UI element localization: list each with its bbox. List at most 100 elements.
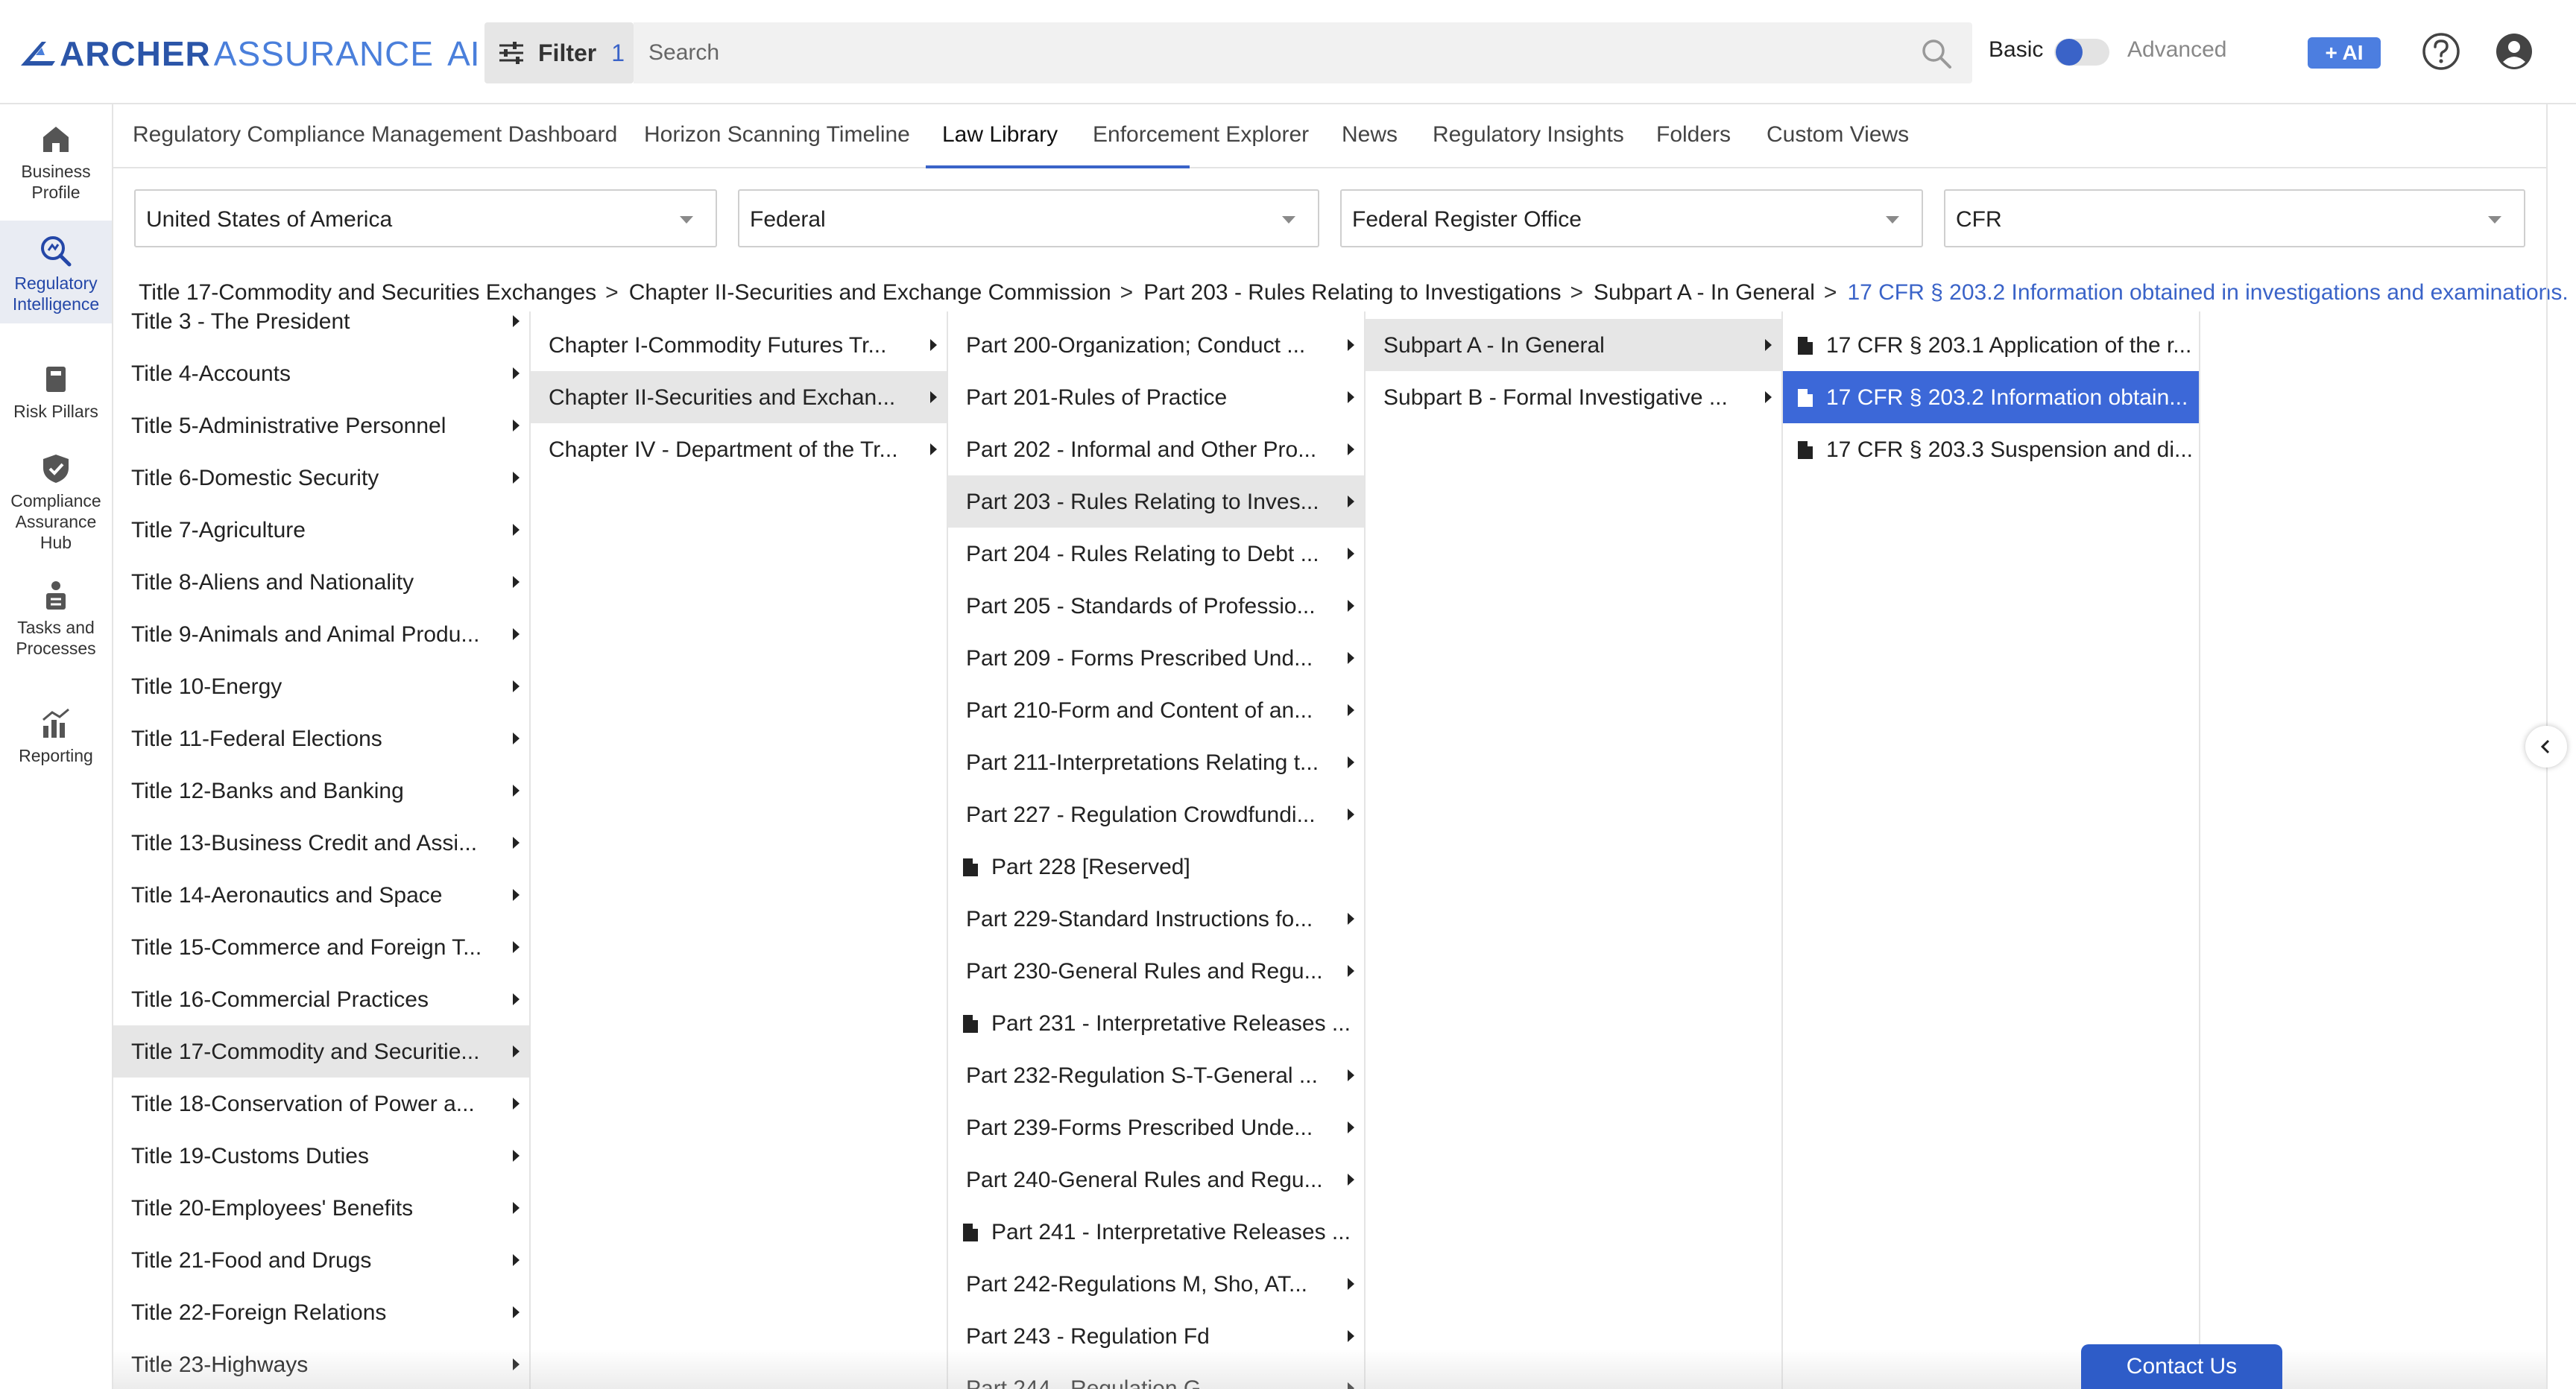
section-row[interactable]: 17 CFR § 203.3 Suspension and di... (1783, 423, 2199, 475)
breadcrumb-item[interactable]: Title 17-Commodity and Securities Exchan… (139, 280, 596, 306)
part-row[interactable]: Part 205 - Standards of Professio... (948, 580, 1364, 632)
title-row[interactable]: Title 14-Aeronautics and Space (113, 869, 529, 921)
part-row[interactable]: Part 204 - Rules Relating to Debt ... (948, 528, 1364, 580)
title-row[interactable]: Title 13-Business Credit and Assi... (113, 817, 529, 869)
tab-enforcement-explorer[interactable]: Enforcement Explorer (1093, 122, 1309, 148)
search-icon[interactable] (1920, 37, 1953, 70)
section-row-label: 17 CFR § 203.2 Information obtain... (1826, 385, 2188, 410)
section-row[interactable]: 17 CFR § 203.1 Application of the r... (1783, 319, 2199, 371)
part-row[interactable]: Part 203 - Rules Relating to Inves... (948, 475, 1364, 528)
tab-horizon-scanning-timeline[interactable]: Horizon Scanning Timeline (644, 122, 910, 148)
collapse-panel-button[interactable] (2525, 726, 2567, 768)
part-row[interactable]: Part 241 - Interpretative Releases ... (948, 1206, 1364, 1258)
part-row[interactable]: Part 227 - Regulation Crowdfundi... (948, 788, 1364, 841)
filter-count-badge: 1 (611, 39, 625, 66)
filter-button[interactable]: Filter 1 (484, 22, 634, 83)
chevron-right-icon (513, 576, 520, 588)
title-row[interactable]: Title 22-Foreign Relations (113, 1286, 529, 1338)
title-row[interactable]: Title 16-Commercial Practices (113, 973, 529, 1025)
tab-regulatory-insights[interactable]: Regulatory Insights (1433, 122, 1624, 148)
title-row[interactable]: Title 19-Customs Duties (113, 1130, 529, 1182)
app-logo[interactable]: ARCHER ASSURANCE AI (19, 33, 480, 75)
part-row[interactable]: Part 229-Standard Instructions fo... (948, 893, 1364, 945)
chapter-row[interactable]: Chapter IV - Department of the Tr... (531, 423, 947, 475)
part-row[interactable]: Part 232-Regulation S-T-General ... (948, 1049, 1364, 1101)
rail-item-business-profile[interactable]: Business Profile (0, 122, 112, 219)
subpart-row[interactable]: Subpart A - In General (1366, 319, 1781, 371)
title-row[interactable]: Title 10-Energy (113, 660, 529, 712)
part-row[interactable]: Part 228 [Reserved] (948, 841, 1364, 893)
part-row[interactable]: Part 242-Regulations M, Sho, AT... (948, 1258, 1364, 1310)
contact-us-button[interactable]: Contact Us (2081, 1344, 2282, 1389)
mode-basic-label[interactable]: Basic (1989, 37, 2043, 63)
help-icon[interactable] (2421, 31, 2461, 72)
title-row[interactable]: Title 8-Aliens and Nationality (113, 556, 529, 608)
chevron-right-icon (513, 785, 520, 797)
logo-archer-text: ARCHER (60, 34, 211, 73)
title-row[interactable]: Title 11-Federal Elections (113, 712, 529, 765)
title-row[interactable]: Title 7-Agriculture (113, 504, 529, 556)
part-row[interactable]: Part 239-Forms Prescribed Unde... (948, 1101, 1364, 1154)
logo-assurance-text: ASSURANCE (213, 34, 435, 73)
part-row[interactable]: Part 202 - Informal and Other Pro... (948, 423, 1364, 475)
tab-folders[interactable]: Folders (1656, 122, 1731, 148)
part-row[interactable]: Part 211-Interpretations Relating t... (948, 736, 1364, 788)
part-row-label: Part 239-Forms Prescribed Unde... (966, 1116, 1313, 1140)
part-row[interactable]: Part 231 - Interpretative Releases ... (948, 997, 1364, 1049)
part-row[interactable]: Part 230-General Rules and Regu... (948, 945, 1364, 997)
title-row[interactable]: Title 17-Commodity and Securitie... (113, 1025, 529, 1078)
title-row[interactable]: Title 3 - The President (113, 311, 529, 347)
title-row[interactable]: Title 21-Food and Drugs (113, 1234, 529, 1286)
chapter-row[interactable]: Chapter II-Securities and Exchan... (531, 371, 947, 423)
title-row[interactable]: Title 23-Highways (113, 1338, 529, 1389)
part-row[interactable]: Part 210-Form and Content of an... (948, 684, 1364, 736)
title-row[interactable]: Title 20-Employees' Benefits (113, 1182, 529, 1234)
chapter-row[interactable]: Chapter I-Commodity Futures Tr... (531, 319, 947, 371)
source-select[interactable]: CFR (1944, 189, 2525, 247)
part-row[interactable]: Part 240-General Rules and Regu... (948, 1154, 1364, 1206)
rail-item-risk-pillars[interactable]: Risk Pillars (0, 362, 112, 437)
title-row[interactable]: Title 4-Accounts (113, 347, 529, 399)
rail-item-compliance-assurance-hub[interactable]: Compliance Assurance Hub (0, 452, 112, 563)
breadcrumb-item[interactable]: Subpart A - In General (1594, 280, 1815, 306)
title-row[interactable]: Title 15-Commerce and Foreign T... (113, 921, 529, 973)
jurisdiction-level-select[interactable]: Federal (738, 189, 1319, 247)
section-row[interactable]: 17 CFR § 203.2 Information obtain... (1783, 371, 2199, 423)
tab-law-library[interactable]: Law Library (942, 122, 1058, 148)
part-row-label: Part 205 - Standards of Professio... (966, 594, 1316, 618)
chevron-left-icon (2540, 739, 2550, 754)
part-row[interactable]: Part 201-Rules of Practice (948, 371, 1364, 423)
ai-assistant-button[interactable]: + AI (2308, 37, 2381, 69)
country-select[interactable]: United States of America (134, 189, 717, 247)
rail-item-tasks-and-processes[interactable]: Tasks and Processes (0, 578, 112, 675)
search-input[interactable] (648, 22, 1901, 83)
user-account-icon[interactable] (2494, 31, 2534, 72)
tab-news[interactable]: News (1342, 122, 1398, 148)
title-row[interactable]: Title 12-Banks and Banking (113, 765, 529, 817)
subpart-row[interactable]: Subpart B - Formal Investigative ... (1366, 371, 1781, 423)
part-row[interactable]: Part 200-Organization; Conduct ... (948, 319, 1364, 371)
part-row[interactable]: Part 209 - Forms Prescribed Und... (948, 632, 1364, 684)
mode-advanced-label[interactable]: Advanced (2127, 37, 2226, 63)
title-row[interactable]: Title 6-Domestic Security (113, 452, 529, 504)
title-row-label: Title 14-Aeronautics and Space (131, 883, 443, 908)
tab-custom-views[interactable]: Custom Views (1767, 122, 1909, 148)
chapter-row-label: Chapter IV - Department of the Tr... (549, 437, 898, 462)
part-row[interactable]: Part 244 - Regulation G (948, 1362, 1364, 1389)
part-row-label: Part 204 - Rules Relating to Debt ... (966, 542, 1319, 566)
title-row[interactable]: Title 9-Animals and Animal Produ... (113, 608, 529, 660)
search-mode-toggle[interactable] (2054, 39, 2109, 66)
agency-select[interactable]: Federal Register Office (1340, 189, 1923, 247)
chevron-right-icon (513, 1254, 520, 1266)
rail-item-reporting[interactable]: Reporting (0, 706, 112, 781)
title-row[interactable]: Title 5-Administrative Personnel (113, 399, 529, 452)
top-bar: ARCHER ASSURANCE AI Filter 1 Basic Advan… (0, 0, 2576, 104)
rail-item-regulatory-intelligence[interactable]: Regulatory Intelligence (0, 221, 112, 323)
title-row[interactable]: Title 18-Conservation of Power a... (113, 1078, 529, 1130)
part-row[interactable]: Part 243 - Regulation Fd (948, 1310, 1364, 1362)
part-row-label: Part 230-General Rules and Regu... (966, 959, 1323, 984)
breadcrumb-item[interactable]: Part 203 - Rules Relating to Investigati… (1143, 280, 1561, 306)
document-icon (1798, 337, 1813, 355)
breadcrumb-item[interactable]: Chapter II-Securities and Exchange Commi… (629, 280, 1111, 306)
tab-regulatory-compliance-dashboard[interactable]: Regulatory Compliance Management Dashboa… (133, 122, 617, 148)
